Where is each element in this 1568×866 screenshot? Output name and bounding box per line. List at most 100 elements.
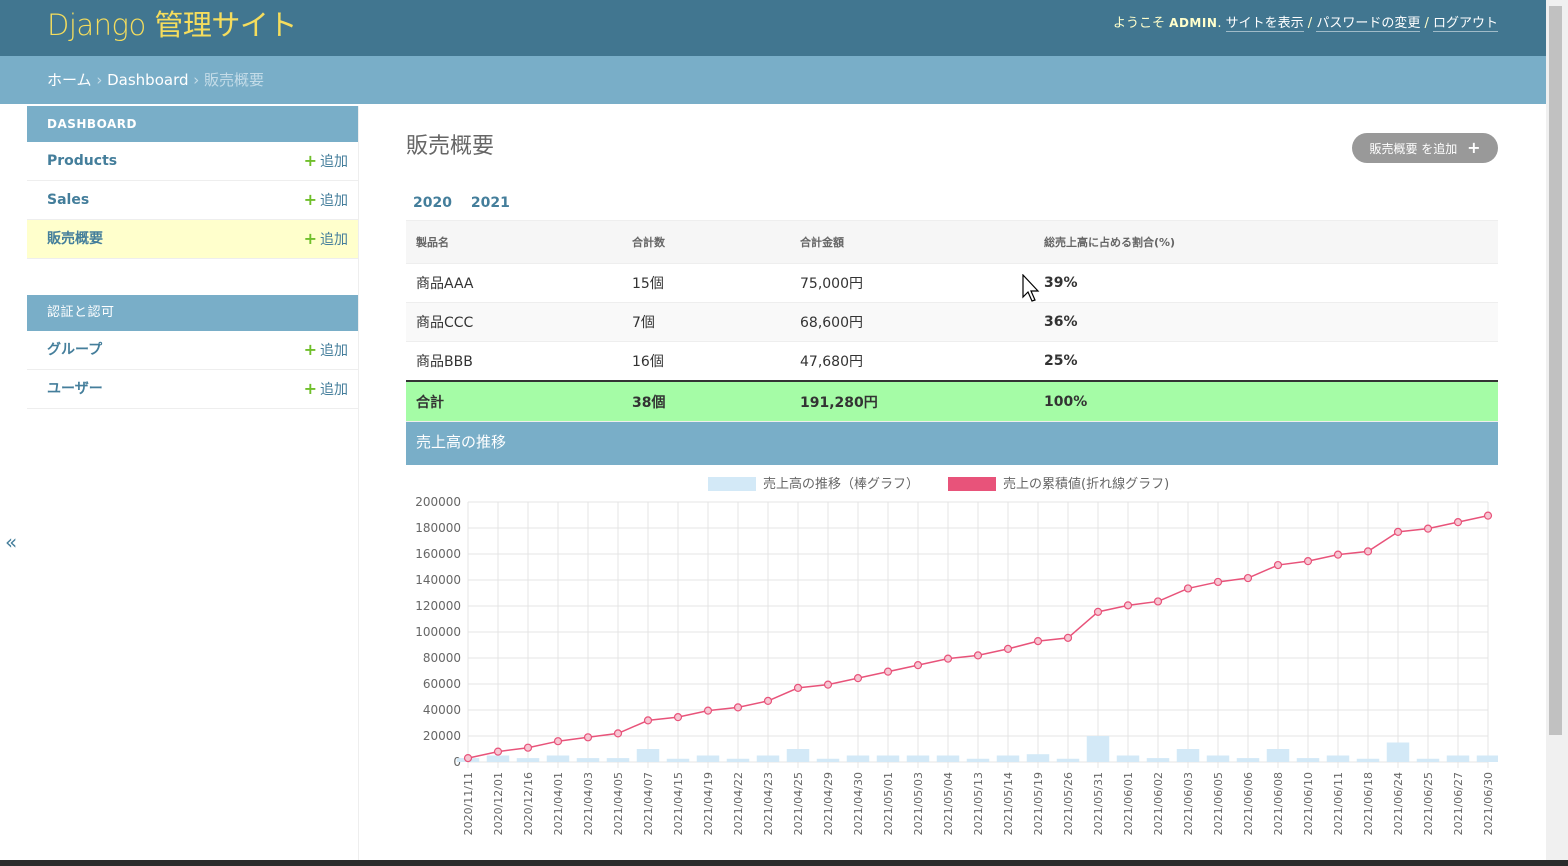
cell-share: 25% [1034,341,1498,382]
bar-mark [1476,755,1498,762]
column-header-quantity[interactable]: 合計数 [622,220,790,264]
module-caption-auth[interactable]: 認証と認可 [27,295,358,331]
x-tick-label: 2021/06/18 [1362,772,1375,835]
line-point [463,754,473,763]
line-point [823,680,833,689]
sidebar-item-groups[interactable]: グループ + 追加 [27,331,358,370]
add-sales-link[interactable]: + 追加 [304,181,348,220]
year-link-2020[interactable]: 2020 [413,195,452,211]
summary-table: 製品名 合計数 合計金額 総売上高に占める割合(%) 商品AAA 15個 75,… [406,220,1498,422]
x-tick-label: 2021/05/13 [972,772,985,835]
x-tick-label: 2021/05/26 [1062,772,1075,835]
total-label: 合計 [406,380,622,422]
x-tick-label: 2021/04/23 [762,772,775,835]
plus-icon: + [1467,138,1481,157]
line-point [793,683,803,692]
x-tick-label: 2021/06/02 [1152,772,1165,835]
module-caption-dashboard[interactable]: DASHBOARD [27,106,358,142]
cell-quantity: 16個 [622,341,790,382]
breadcrumb-home[interactable]: ホーム [47,71,92,89]
y-tick-label: 200000 [415,495,461,509]
line-point [1153,597,1163,606]
line-point [763,696,773,705]
bar-mark [576,758,600,762]
bar-mark [996,755,1020,762]
bar-mark [516,758,540,762]
line-point [883,667,893,676]
add-products-link[interactable]: + 追加 [304,142,348,181]
add-user-link[interactable]: + 追加 [304,370,348,409]
bar-mark [1266,749,1290,762]
line-point [583,733,593,742]
line-point [973,651,983,660]
sidebar-item-users[interactable]: ユーザー + 追加 [27,370,358,409]
add-sales-summary-button[interactable]: 販売概要 を追加 + [1352,133,1498,163]
column-header-product[interactable]: 製品名 [406,220,622,264]
x-tick-label: 2021/05/14 [1002,772,1015,835]
bar-mark [1356,758,1380,762]
line-point [553,737,563,746]
breadcrumb-app[interactable]: Dashboard [107,71,188,89]
column-header-share[interactable]: 総売上高に占める割合(%) [1034,220,1498,264]
sidebar-item-label[interactable]: Sales [47,192,89,208]
x-tick-label: 2021/06/01 [1122,772,1135,835]
x-tick-label: 2021/04/25 [792,772,805,835]
logout-link[interactable]: ログアウト [1432,16,1498,32]
chart-section-title: 売上高の推移 [406,422,1498,465]
bar-mark [1116,755,1140,762]
sidebar-item-label[interactable]: ユーザー [47,381,103,397]
line-point [1363,547,1373,556]
sidebar-item-products[interactable]: Products + 追加 [27,142,358,181]
legend-swatch-line [948,477,996,491]
x-tick-label: 2021/04/19 [702,772,715,835]
bar-mark [606,758,630,762]
sidebar-item-sales-summary[interactable]: 販売概要 + 追加 [27,220,358,259]
user-tools: ようこそ ADMIN. サイトを表示 / パスワードの変更 / ログアウト [1113,16,1498,32]
total-quantity: 38個 [622,380,790,422]
sidebar-toggle-icon[interactable]: « [5,530,17,554]
sidebar-item-label[interactable]: Products [47,153,117,169]
x-tick-label: 2021/06/25 [1422,772,1435,835]
site-brand[interactable]: Django 管理サイト [47,2,297,44]
column-header-amount[interactable]: 合計金額 [790,220,1034,264]
welcome-text: ようこそ [1113,16,1166,31]
year-link-2021[interactable]: 2021 [471,195,510,211]
add-group-link[interactable]: + 追加 [304,331,348,370]
sidebar-item-label[interactable]: グループ [47,342,102,358]
line-point [1243,573,1253,583]
table-header-row: 製品名 合計数 合計金額 総売上高に占める割合(%) [406,220,1498,264]
line-point [1063,633,1073,642]
view-site-link[interactable]: サイトを表示 [1225,16,1304,32]
line-point [943,654,953,663]
line-point [643,716,653,725]
x-tick-label: 2021/04/01 [552,772,565,835]
bar-mark [1176,749,1200,762]
x-tick-label: 2021/05/01 [882,772,895,835]
change-password-link[interactable]: パスワードの変更 [1316,16,1421,32]
cell-share: 36% [1034,302,1498,342]
sidebar-item-sales[interactable]: Sales + 追加 [27,181,358,220]
line-point [733,703,743,712]
y-tick-label: 120000 [415,599,461,613]
bottom-edge [0,860,1568,866]
x-tick-label: 2021/05/03 [912,772,925,835]
plus-icon: + [303,151,317,170]
x-tick-label: 2021/05/31 [1092,772,1105,835]
x-tick-label: 2021/06/08 [1272,772,1285,835]
plus-icon: + [303,229,317,248]
x-tick-label: 2021/04/30 [852,772,865,835]
cell-product: 商品CCC [406,302,622,342]
line-point [1333,550,1343,559]
add-sales-summary-link[interactable]: + 追加 [304,220,348,259]
line-point [1033,637,1043,646]
sidebar-item-label[interactable]: 販売概要 [47,231,103,247]
header: Django 管理サイト ようこそ ADMIN. サイトを表示 / パスワードの… [0,0,1546,56]
x-tick-label: 2021/06/24 [1392,772,1405,835]
breadcrumb: ホーム › Dashboard › 販売概要 [0,56,1546,104]
scrollbar-thumb[interactable] [1549,6,1562,735]
bar-mark [1206,755,1230,762]
y-tick-label: 140000 [415,573,461,587]
bar-mark [816,758,840,762]
bar-mark [1296,758,1320,762]
line-point [1213,577,1223,587]
